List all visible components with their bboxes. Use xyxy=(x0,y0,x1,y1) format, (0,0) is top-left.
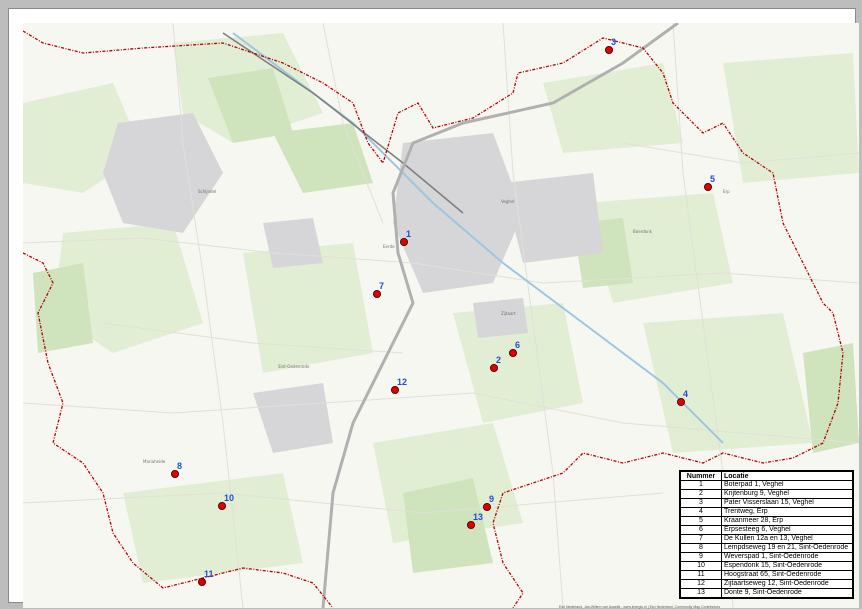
marker-label: 3 xyxy=(611,37,616,47)
marker-dot[interactable] xyxy=(390,385,399,394)
place-label: Schijndel xyxy=(198,189,216,194)
legend-number: 2 xyxy=(680,489,722,499)
location-legend: Nummer Locatie 1 Boterpad 1, Veghel 2 Krijt… xyxy=(679,470,854,599)
legend-row: 5 Kraanmeer 28, Erp xyxy=(680,516,853,526)
marker-label: 7 xyxy=(379,281,384,291)
marker-dot[interactable] xyxy=(399,237,408,246)
place-label: Mariaheide xyxy=(143,459,166,464)
legend-location: Kraanmeer 28, Erp xyxy=(721,516,853,526)
marker-dot[interactable] xyxy=(704,182,713,191)
legend-location: Boterpad 1, Veghel xyxy=(721,480,853,490)
marker-label: 8 xyxy=(177,461,182,471)
legend-row: 11 Hoogstraat 65, Sint-Oedenrode xyxy=(680,570,853,580)
legend-number: 6 xyxy=(680,525,722,535)
marker-label: 9 xyxy=(489,494,494,504)
legend-location: De Kullen 12a en 13, Veghel xyxy=(721,534,853,544)
legend-location: Pater Visserslaan 15, Veghel xyxy=(721,498,853,508)
legend-location: Trentweg, Erp xyxy=(721,507,853,517)
legend-header-row: Nummer Locatie xyxy=(680,471,853,481)
legend-row: 9 Weverspad 1, Sint-Oedenrode xyxy=(680,552,853,562)
place-label: Zijtaart xyxy=(501,311,516,316)
legend-table: Nummer Locatie 1 Boterpad 1, Veghel 2 Krijt… xyxy=(680,471,853,598)
legend-location: Erpsesteeg 6, Veghel xyxy=(721,525,853,535)
urban-patch xyxy=(473,298,528,338)
forest-patch xyxy=(33,263,93,353)
legend-location: Lempdseweg 19 en 21, Sint-Oedenrode xyxy=(721,543,853,553)
legend-row: 3 Pater Visserslaan 15, Veghel xyxy=(680,498,853,508)
legend-number: 8 xyxy=(680,543,722,553)
place-label: Erp xyxy=(723,189,730,194)
marker-dot[interactable] xyxy=(466,520,475,529)
legend-number: 3 xyxy=(680,498,722,508)
legend-row: 8 Lempdseweg 19 en 21, Sint-Oedenrode xyxy=(680,543,853,553)
marker-label: 6 xyxy=(515,340,520,350)
map-frame: Veghel Erp Sint-Oedenrode Schijndel Zijtaart… xyxy=(8,8,859,609)
legend-location: Donte 9, Sint-Oedenrode xyxy=(721,588,853,598)
marker-label: 10 xyxy=(224,493,234,503)
legend-number: 1 xyxy=(680,480,722,490)
legend-row: 4 Trentweg, Erp xyxy=(680,507,853,517)
marker-dot[interactable] xyxy=(482,502,491,511)
marker-label: 1 xyxy=(406,229,411,239)
legend-number: 7 xyxy=(680,534,722,544)
marker-dot[interactable] xyxy=(217,501,226,510)
urban-patch xyxy=(263,218,323,268)
legend-location: Krijtenburg 9, Veghel xyxy=(721,489,853,499)
marker-label: 2 xyxy=(496,355,501,365)
legend-location: Weverspad 1, Sint-Oedenrode xyxy=(721,552,853,562)
forest-patch xyxy=(803,343,859,453)
legend-header-location: Locatie xyxy=(721,471,853,481)
legend-number: 12 xyxy=(680,579,722,589)
marker-label: 5 xyxy=(710,174,715,184)
legend-number: 11 xyxy=(680,570,722,580)
marker-dot[interactable] xyxy=(508,348,517,357)
legend-number: 9 xyxy=(680,552,722,562)
legend-number: 13 xyxy=(680,588,722,598)
farmland-patch xyxy=(723,53,859,183)
legend-location: Hoogstraat 65, Sint-Oedenrode xyxy=(721,570,853,580)
marker-label: 12 xyxy=(397,377,407,387)
marker-label: 13 xyxy=(473,512,483,522)
marker-dot[interactable] xyxy=(372,289,381,298)
legend-row: 6 Erpsesteeg 6, Veghel xyxy=(680,525,853,535)
legend-row: 12 Zijtaartseweg 12, Sint-Oedenrode xyxy=(680,579,853,589)
legend-number: 10 xyxy=(680,561,722,571)
legend-location: Espendonk 15, Sint-Oedenrode xyxy=(721,561,853,571)
legend-row: 1 Boterpad 1, Veghel xyxy=(680,480,853,490)
marker-dot[interactable] xyxy=(197,578,206,587)
place-label: Eerde xyxy=(383,244,395,249)
legend-location: Zijtaartseweg 12, Sint-Oedenrode xyxy=(721,579,853,589)
marker-dot[interactable] xyxy=(605,45,614,54)
marker-label: 11 xyxy=(204,569,214,579)
marker-dot[interactable] xyxy=(489,363,498,372)
place-label: Boerdonk xyxy=(633,229,653,234)
legend-header-number: Nummer xyxy=(680,471,722,481)
marker-dot[interactable] xyxy=(170,469,179,478)
legend-row: 2 Krijtenburg 9, Veghel xyxy=(680,489,853,499)
legend-row: 7 De Kullen 12a en 13, Veghel xyxy=(680,534,853,544)
legend-rows: 1 Boterpad 1, Veghel 2 Krijtenburg 9, Veghe… xyxy=(680,480,853,598)
legend-number: 4 xyxy=(680,507,722,517)
marker-dot[interactable] xyxy=(677,397,686,406)
legend-row: 10 Espendonk 15, Sint-Oedenrode xyxy=(680,561,853,571)
legend-number: 5 xyxy=(680,516,722,526)
place-label: Veghel xyxy=(501,199,515,204)
place-label: Sint-Oedenrode xyxy=(278,364,310,369)
marker-label: 4 xyxy=(683,389,688,399)
legend-row: 13 Donte 9, Sint-Oedenrode xyxy=(680,588,853,598)
map-credits: Esri Nederland, Jan-Willem van Asseldt -… xyxy=(559,605,721,609)
